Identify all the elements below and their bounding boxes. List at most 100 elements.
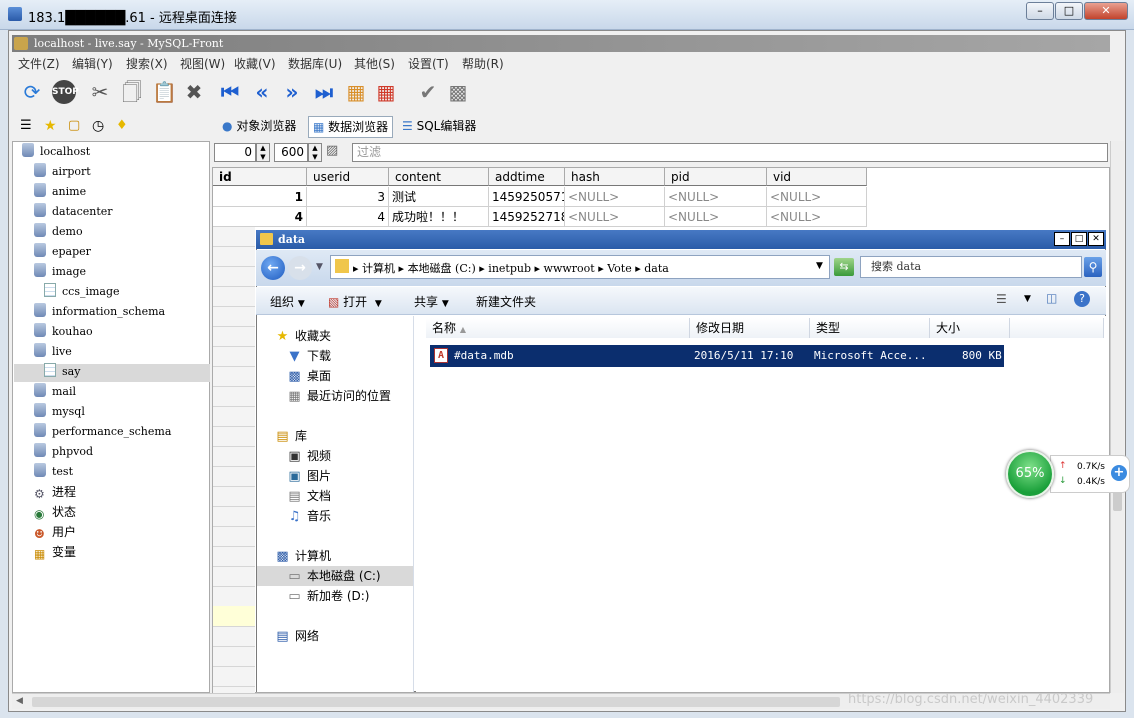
limit-input[interactable]: 600	[274, 143, 308, 162]
tree-node-db[interactable]: information_schema	[34, 303, 165, 321]
horizontal-scroll-thumb[interactable]	[32, 697, 840, 707]
explorer-minimize-button[interactable]: –	[1054, 232, 1070, 246]
history-clock-icon[interactable]: ◷	[88, 116, 108, 138]
menu-file[interactable]: 文件(Z)	[18, 55, 60, 72]
table-cell[interactable]: <NULL>	[565, 207, 665, 227]
menu-other[interactable]: 其他(S)	[354, 55, 395, 72]
history-dropdown-icon[interactable]: ▼	[316, 262, 323, 272]
table-cell[interactable]: 1459252718	[489, 207, 565, 227]
tree-node-table[interactable]: ccs_image	[44, 283, 120, 301]
tree-node-db[interactable]: airport	[34, 163, 91, 181]
address-bar[interactable]: ▸ 计算机 ▸ 本地磁盘 (C:) ▸ inetpub ▸ wwwroot ▸ …	[330, 255, 830, 279]
nav-music[interactable]: ♫ 音乐	[287, 506, 331, 526]
tree-node-db[interactable]: kouhao	[34, 323, 93, 341]
delete-icon[interactable]: ✖	[182, 80, 206, 104]
bookmark-icon[interactable]: ♦	[112, 116, 132, 138]
tree-node-status[interactable]: ◉ 状态	[34, 503, 76, 521]
tab-object-browser[interactable]: ● 对象浏览器	[218, 116, 300, 138]
organize-button[interactable]: 组织 ▼	[270, 293, 305, 310]
back-arrow-icon[interactable]: ←	[261, 256, 285, 280]
tree-node-users[interactable]: ☻ 用户	[34, 523, 76, 541]
file-row[interactable]: A #data.mdb 2016/5/11 17:10 Microsoft Ac…	[430, 345, 1004, 367]
table-cell[interactable]: 1	[213, 187, 307, 207]
column-header-hash[interactable]: hash	[565, 168, 665, 186]
column-header-id[interactable]: id	[213, 168, 307, 186]
stop-icon[interactable]: STOP	[52, 80, 79, 104]
column-header-type[interactable]: 类型	[810, 318, 930, 338]
explorer-close-button[interactable]: ✕	[1088, 232, 1104, 246]
table-cell[interactable]: <NULL>	[767, 187, 867, 207]
memory-usage-ball[interactable]: 65%	[1006, 450, 1054, 498]
nav-network[interactable]: ▤ 网络	[275, 626, 319, 646]
share-button[interactable]: 共享 ▼	[414, 293, 449, 310]
nav-pictures[interactable]: ▣ 图片	[287, 466, 331, 486]
view-options-icon[interactable]: ☰	[996, 292, 1007, 306]
tab-data-browser[interactable]: ▦ 数据浏览器	[308, 116, 394, 138]
favorites-star-icon[interactable]: ★	[40, 116, 61, 138]
prev-icon[interactable]: «	[250, 80, 274, 104]
tree-view-icon[interactable]: ☰	[16, 116, 36, 138]
tree-node-table-selected[interactable]: say	[44, 363, 80, 381]
tree-node-db[interactable]: test	[34, 463, 73, 481]
nav-favorites[interactable]: ★ 收藏夹	[275, 326, 331, 346]
nav-libraries[interactable]: ▤ 库	[275, 426, 307, 446]
filter-input[interactable]: 过滤	[352, 143, 1108, 162]
close-button[interactable]: ✕	[1084, 2, 1128, 20]
table-cell[interactable]: 成功啦！！！	[389, 207, 489, 227]
help-icon[interactable]: ?	[1074, 291, 1090, 307]
preview-pane-icon[interactable]: ◫	[1046, 291, 1057, 305]
menu-database[interactable]: 数据库(U)	[288, 55, 342, 72]
tree-node-db[interactable]: live	[34, 343, 72, 361]
breadcrumb-wwwroot[interactable]: wwwroot	[544, 262, 595, 275]
table-cell[interactable]: <NULL>	[565, 187, 665, 207]
delete-record-icon[interactable]: ▦	[374, 80, 398, 104]
scroll-left-arrow-icon[interactable]: ◀	[16, 696, 23, 706]
address-dropdown-icon[interactable]: ▼	[816, 261, 823, 271]
tab-sql-editor[interactable]: ☰ SQL编辑器	[398, 116, 480, 138]
nav-drive-c[interactable]: ▭ 本地磁盘 (C:)	[287, 566, 380, 586]
breadcrumb-data[interactable]: data	[644, 262, 669, 275]
nav-desktop[interactable]: ▩ 桌面	[287, 366, 331, 386]
folder-icon[interactable]: ▢	[64, 116, 84, 138]
tree-node-db[interactable]: datacenter	[34, 203, 113, 221]
first-icon[interactable]: ⏮	[218, 80, 242, 104]
refresh-arrows-icon[interactable]: ⇆	[834, 258, 854, 276]
column-header-size[interactable]: 大小	[930, 318, 1010, 338]
open-button[interactable]: ▧ 打开 ▼	[328, 293, 382, 310]
tree-node-localhost[interactable]: localhost	[22, 143, 90, 161]
tree-node-variables[interactable]: ▦ 变量	[34, 543, 76, 561]
menu-view[interactable]: 视图(W)	[180, 55, 225, 72]
column-header-addtime[interactable]: addtime	[489, 168, 565, 186]
copy-icon[interactable]: 🗍	[120, 80, 144, 104]
menu-favorites[interactable]: 收藏(V)	[234, 55, 276, 72]
offset-spinner[interactable]: ▲ ▼	[256, 143, 270, 162]
accelerate-plus-icon[interactable]: +	[1111, 465, 1127, 481]
nav-documents[interactable]: ▤ 文档	[287, 486, 331, 506]
column-header-vid[interactable]: vid	[767, 168, 867, 186]
search-input[interactable]: 搜索 data	[860, 256, 1082, 278]
tree-node-processes[interactable]: ⚙ 进程	[34, 483, 76, 501]
maximize-button[interactable]: □	[1055, 2, 1083, 20]
cancel-icon[interactable]: ▩	[446, 80, 470, 104]
tree-node-db[interactable]: phpvod	[34, 443, 93, 461]
column-header-modified[interactable]: 修改日期	[690, 318, 810, 338]
paste-icon[interactable]: 📋	[152, 80, 177, 104]
tree-node-db[interactable]: demo	[34, 223, 83, 241]
column-header-userid[interactable]: userid	[307, 168, 389, 186]
forward-arrow-icon[interactable]: →	[288, 256, 312, 280]
table-cell[interactable]: <NULL>	[665, 187, 767, 207]
minimize-button[interactable]: –	[1026, 2, 1054, 20]
menu-search[interactable]: 搜索(X)	[126, 55, 168, 72]
post-icon[interactable]: ✔	[416, 80, 440, 104]
tree-node-db[interactable]: image	[34, 263, 86, 281]
nav-downloads[interactable]: ▼ 下载	[287, 346, 332, 366]
view-dropdown-icon[interactable]: ▼	[1024, 294, 1031, 304]
explorer-maximize-button[interactable]: □	[1071, 232, 1087, 246]
breadcrumb-drive-c[interactable]: 本地磁盘 (C:)	[408, 262, 476, 275]
table-cell[interactable]: <NULL>	[767, 207, 867, 227]
next-icon[interactable]: »	[280, 80, 304, 104]
table-cell[interactable]: 4	[307, 207, 389, 227]
table-cell[interactable]: 测试	[389, 187, 489, 207]
search-icon[interactable]: ⚲	[1084, 257, 1102, 277]
new-folder-button[interactable]: 新建文件夹	[476, 293, 536, 310]
